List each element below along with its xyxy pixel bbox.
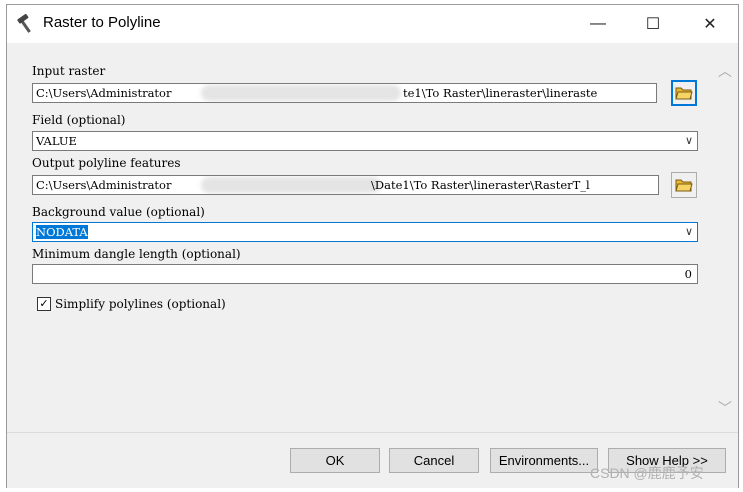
output-path-start: C:\Users\Administrator <box>36 178 172 192</box>
title-bar[interactable]: Raster to Polyline — ☐ ✕ <box>7 5 738 43</box>
scroll-down-icon[interactable]: ﹀ <box>718 398 732 418</box>
redacted-region <box>201 85 401 101</box>
environments-button[interactable]: Environments... <box>490 448 598 473</box>
input-raster-browse-button[interactable] <box>671 80 697 106</box>
close-icon: ✕ <box>703 16 717 33</box>
chevron-down-icon: ∨ <box>684 134 693 147</box>
input-raster-path-start: C:\Users\Administrator <box>36 86 172 100</box>
input-raster-field[interactable]: C:\Users\Administrator te1\To Raster\lin… <box>32 83 657 103</box>
ok-button[interactable]: OK <box>290 448 380 473</box>
window-title: Raster to Polyline <box>43 14 161 31</box>
field-dropdown[interactable]: VALUE ∨ <box>32 131 698 151</box>
background-dropdown[interactable]: NODATA ∨ <box>32 222 698 242</box>
chevron-down-icon: ∨ <box>684 225 693 238</box>
output-field[interactable]: C:\Users\Administrator \Date1\To Raster\… <box>32 175 659 195</box>
scroll-up-icon[interactable]: ︿ <box>718 61 732 81</box>
input-raster-path-end: te1\To Raster\lineraster\lineraste <box>403 86 598 100</box>
field-value: VALUE <box>36 134 77 148</box>
checkmark-icon: ✓ <box>39 298 49 310</box>
output-browse-button[interactable] <box>671 172 697 198</box>
minimize-button[interactable]: — <box>575 5 621 43</box>
simplify-label: Simplify polylines (optional) <box>55 297 226 311</box>
hammer-icon <box>17 13 31 33</box>
background-value: NODATA <box>36 225 88 239</box>
maximize-button[interactable]: ☐ <box>630 5 676 43</box>
dangle-label: Minimum dangle length (optional) <box>32 247 241 261</box>
input-raster-label: Input raster <box>32 64 106 78</box>
minimize-icon: — <box>590 15 606 32</box>
maximize-icon: ☐ <box>645 16 661 33</box>
redacted-region <box>201 177 381 193</box>
vertical-scrollbar[interactable]: ︿ ﹀ <box>712 43 738 432</box>
output-label: Output polyline features <box>32 156 181 170</box>
cancel-button[interactable]: Cancel <box>389 448 479 473</box>
close-button[interactable]: ✕ <box>687 5 733 43</box>
dangle-value: 0 <box>684 267 692 281</box>
open-folder-icon <box>675 179 693 192</box>
open-folder-icon <box>675 87 693 100</box>
field-label: Field (optional) <box>32 113 126 127</box>
output-path-end: \Date1\To Raster\lineraster\RasterT_l <box>371 178 590 192</box>
simplify-checkbox[interactable]: ✓ <box>37 297 51 311</box>
watermark-text: CSDN @鹿鹿予安 <box>590 465 704 481</box>
parameters-panel: Input raster C:\Users\Administrator te1\… <box>7 43 712 432</box>
dangle-input[interactable]: 0 <box>32 264 698 284</box>
background-label: Background value (optional) <box>32 205 205 219</box>
dialog-window: Raster to Polyline — ☐ ✕ Input raster C:… <box>6 4 739 488</box>
